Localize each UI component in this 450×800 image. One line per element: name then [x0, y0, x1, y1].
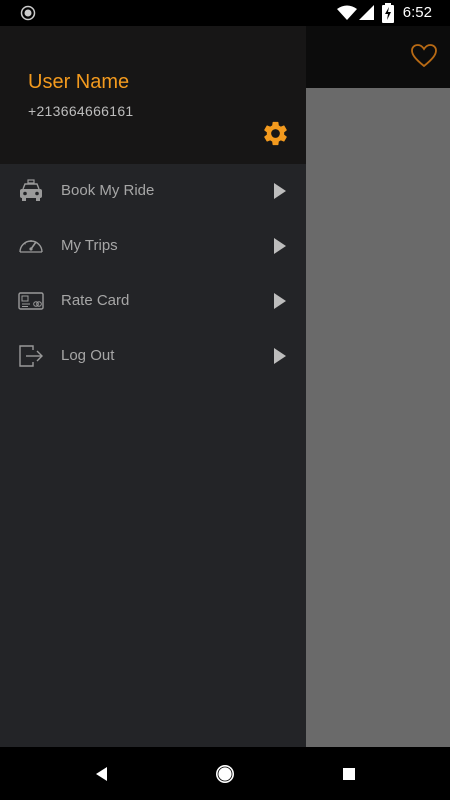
menu-item-rate-card[interactable]: Rate Card [0, 274, 306, 329]
menu-item-label: Rate Card [61, 292, 130, 309]
gear-icon[interactable] [261, 119, 290, 148]
wifi-icon [337, 5, 357, 20]
speedometer-icon [19, 240, 43, 253]
menu-item-label: Log Out [61, 347, 115, 364]
chevron-right-icon [274, 183, 286, 199]
drawer-header: User Name +213664666161 [0, 26, 306, 164]
back-triangle-icon[interactable] [89, 761, 115, 787]
drawer-menu: Book My Ride My Trips Rate Card Log Out [0, 164, 306, 384]
home-circle-icon[interactable] [212, 761, 238, 787]
recents-square-icon[interactable] [336, 761, 362, 787]
status-time: 6:52 [402, 4, 432, 21]
chevron-right-icon [274, 238, 286, 254]
menu-item-book-my-ride[interactable]: Book My Ride [0, 164, 306, 219]
taxi-icon [20, 179, 42, 201]
navigation-drawer: User Name +213664666161 Book My Ride My … [0, 26, 306, 747]
signal-icon [359, 5, 374, 20]
record-icon [20, 5, 36, 21]
rate-card-icon [18, 292, 44, 310]
menu-item-label: My Trips [61, 237, 118, 254]
logout-icon [19, 345, 43, 367]
user-name: User Name [28, 71, 130, 93]
battery-charging-icon [382, 3, 394, 23]
menu-item-my-trips[interactable]: My Trips [0, 219, 306, 274]
chevron-right-icon [274, 293, 286, 309]
system-nav-bar [0, 747, 450, 800]
menu-item-log-out[interactable]: Log Out [0, 329, 306, 384]
menu-item-label: Book My Ride [61, 182, 155, 199]
chevron-right-icon [274, 348, 286, 364]
heart-icon[interactable] [410, 42, 438, 70]
user-phone: +213664666161 [28, 103, 134, 119]
status-bar: 6:52 [0, 0, 450, 26]
